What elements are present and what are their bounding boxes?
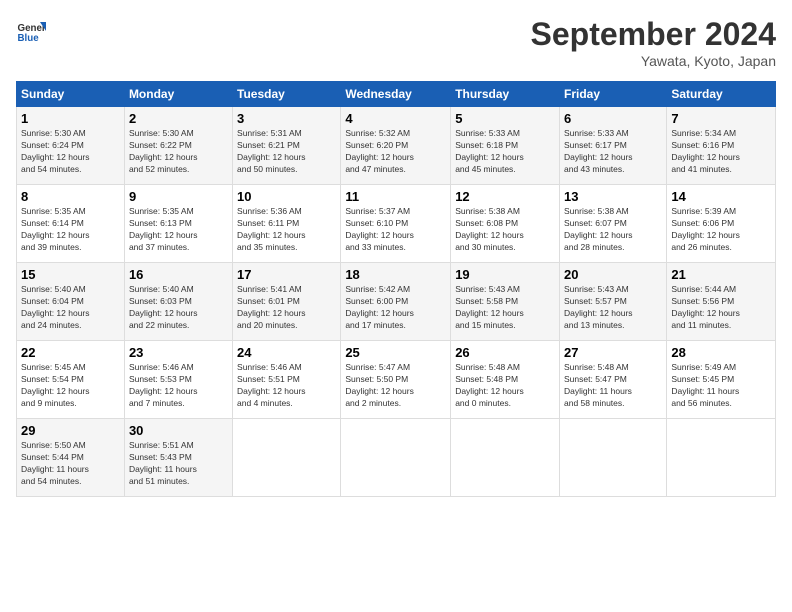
header-wednesday: Wednesday [341,82,451,107]
month-title: September 2024 [531,16,776,53]
day-cell-11: 11 Sunrise: 5:37 AMSunset: 6:10 PMDaylig… [341,185,451,263]
day-cell-4: 4 Sunrise: 5:32 AMSunset: 6:20 PMDayligh… [341,107,451,185]
logo-icon: General Blue [16,16,46,46]
day-cell-18: 18 Sunrise: 5:42 AMSunset: 6:00 PMDaylig… [341,263,451,341]
day-cell-13: 13 Sunrise: 5:38 AMSunset: 6:07 PMDaylig… [560,185,667,263]
week-row-4: 22 Sunrise: 5:45 AMSunset: 5:54 PMDaylig… [17,341,776,419]
header-friday: Friday [560,82,667,107]
day-cell-30: 30 Sunrise: 5:51 AMSunset: 5:43 PMDaylig… [124,419,232,497]
day-cell-15: 15 Sunrise: 5:40 AMSunset: 6:04 PMDaylig… [17,263,125,341]
week-row-3: 15 Sunrise: 5:40 AMSunset: 6:04 PMDaylig… [17,263,776,341]
header-saturday: Saturday [667,82,776,107]
day-cell-22: 22 Sunrise: 5:45 AMSunset: 5:54 PMDaylig… [17,341,125,419]
day-cell-8: 8 Sunrise: 5:35 AMSunset: 6:14 PMDayligh… [17,185,125,263]
weekday-header-row: Sunday Monday Tuesday Wednesday Thursday… [17,82,776,107]
day-cell-12: 12 Sunrise: 5:38 AMSunset: 6:08 PMDaylig… [451,185,560,263]
day-cell-6: 6 Sunrise: 5:33 AMSunset: 6:17 PMDayligh… [560,107,667,185]
day-cell-23: 23 Sunrise: 5:46 AMSunset: 5:53 PMDaylig… [124,341,232,419]
day-cell-10: 10 Sunrise: 5:36 AMSunset: 6:11 PMDaylig… [233,185,341,263]
day-cell-21: 21 Sunrise: 5:44 AMSunset: 5:56 PMDaylig… [667,263,776,341]
day-cell-24: 24 Sunrise: 5:46 AMSunset: 5:51 PMDaylig… [233,341,341,419]
day-cell-19: 19 Sunrise: 5:43 AMSunset: 5:58 PMDaylig… [451,263,560,341]
header: General Blue September 2024 Yawata, Kyot… [16,16,776,69]
logo: General Blue [16,16,46,46]
day-cell-27: 27 Sunrise: 5:48 AMSunset: 5:47 PMDaylig… [560,341,667,419]
day-cell-2: 2 Sunrise: 5:30 AMSunset: 6:22 PMDayligh… [124,107,232,185]
day-cell-29: 29 Sunrise: 5:50 AMSunset: 5:44 PMDaylig… [17,419,125,497]
header-thursday: Thursday [451,82,560,107]
day-cell-3: 3 Sunrise: 5:31 AMSunset: 6:21 PMDayligh… [233,107,341,185]
header-monday: Monday [124,82,232,107]
empty-cell-1 [233,419,341,497]
week-row-1: 1 Sunrise: 5:30 AMSunset: 6:24 PMDayligh… [17,107,776,185]
empty-cell-5 [667,419,776,497]
location: Yawata, Kyoto, Japan [531,53,776,69]
calendar-table: Sunday Monday Tuesday Wednesday Thursday… [16,81,776,497]
day-cell-7: 7 Sunrise: 5:34 AMSunset: 6:16 PMDayligh… [667,107,776,185]
header-sunday: Sunday [17,82,125,107]
day-cell-5: 5 Sunrise: 5:33 AMSunset: 6:18 PMDayligh… [451,107,560,185]
calendar-container: General Blue September 2024 Yawata, Kyot… [0,0,792,507]
day-cell-9: 9 Sunrise: 5:35 AMSunset: 6:13 PMDayligh… [124,185,232,263]
day-cell-20: 20 Sunrise: 5:43 AMSunset: 5:57 PMDaylig… [560,263,667,341]
svg-text:Blue: Blue [18,33,40,44]
day-cell-14: 14 Sunrise: 5:39 AMSunset: 6:06 PMDaylig… [667,185,776,263]
week-row-2: 8 Sunrise: 5:35 AMSunset: 6:14 PMDayligh… [17,185,776,263]
day-cell-17: 17 Sunrise: 5:41 AMSunset: 6:01 PMDaylig… [233,263,341,341]
empty-cell-3 [451,419,560,497]
header-tuesday: Tuesday [233,82,341,107]
day-cell-26: 26 Sunrise: 5:48 AMSunset: 5:48 PMDaylig… [451,341,560,419]
day-cell-28: 28 Sunrise: 5:49 AMSunset: 5:45 PMDaylig… [667,341,776,419]
day-cell-25: 25 Sunrise: 5:47 AMSunset: 5:50 PMDaylig… [341,341,451,419]
week-row-5: 29 Sunrise: 5:50 AMSunset: 5:44 PMDaylig… [17,419,776,497]
empty-cell-4 [560,419,667,497]
title-block: September 2024 Yawata, Kyoto, Japan [531,16,776,69]
day-cell-16: 16 Sunrise: 5:40 AMSunset: 6:03 PMDaylig… [124,263,232,341]
day-cell-1: 1 Sunrise: 5:30 AMSunset: 6:24 PMDayligh… [17,107,125,185]
empty-cell-2 [341,419,451,497]
